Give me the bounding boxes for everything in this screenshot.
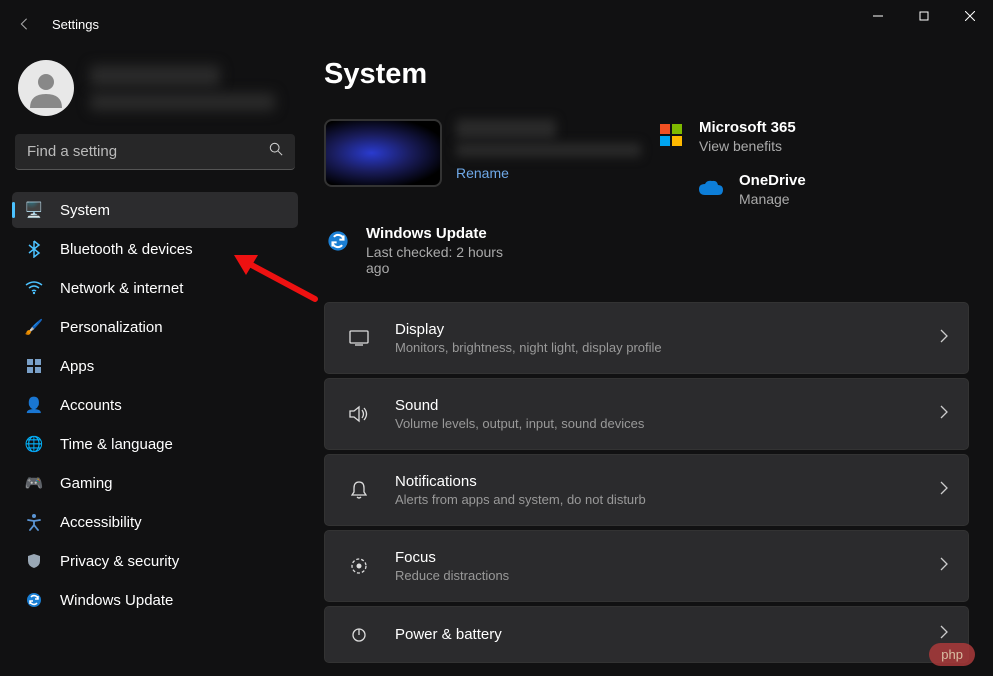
titlebar: Settings (0, 0, 993, 48)
chevron-right-icon (940, 557, 948, 576)
settings-list: Display Monitors, brightness, night ligh… (324, 302, 969, 663)
setting-sub: Alerts from apps and system, do not dist… (395, 492, 940, 507)
main-content: System Rename Microsoft 365 View benefit… (310, 48, 993, 676)
chevron-right-icon (940, 405, 948, 424)
profile-name-redacted (90, 65, 275, 111)
search-input[interactable] (27, 143, 269, 160)
page-title: System (324, 58, 969, 91)
minimize-button[interactable] (855, 0, 901, 32)
shield-icon (24, 551, 44, 571)
chevron-right-icon (940, 625, 948, 644)
close-button[interactable] (947, 0, 993, 32)
sidebar-item-label: Privacy & security (60, 553, 179, 570)
bell-icon (345, 481, 373, 499)
gamepad-icon: 🎮 (24, 473, 44, 493)
sidebar: 🖥️ System Bluetooth & devices Network & … (0, 48, 310, 676)
brush-icon: 🖌️ (24, 317, 44, 337)
sidebar-item-label: Windows Update (60, 592, 173, 609)
card-sub: Last checked: 2 hours ago (366, 244, 526, 276)
device-thumbnail (324, 119, 442, 187)
search-icon (269, 142, 283, 161)
setting-sub: Monitors, brightness, night light, displ… (395, 340, 940, 355)
sidebar-item-accessibility[interactable]: Accessibility (12, 504, 298, 540)
target-icon (345, 557, 373, 575)
avatar (18, 60, 74, 116)
card-title: Microsoft 365 (699, 119, 796, 136)
card-title: OneDrive (739, 172, 806, 189)
sync-icon (324, 227, 352, 255)
sidebar-item-label: Gaming (60, 475, 113, 492)
setting-notifications[interactable]: Notifications Alerts from apps and syste… (324, 454, 969, 526)
window-controls (855, 0, 993, 32)
speaker-icon (345, 405, 373, 423)
card-sub: View benefits (699, 138, 796, 154)
maximize-button[interactable] (901, 0, 947, 32)
sidebar-item-label: Time & language (60, 436, 173, 453)
ms365-card[interactable]: Microsoft 365 View benefits (657, 119, 969, 154)
setting-title: Focus (395, 549, 940, 566)
sidebar-item-label: Network & internet (60, 280, 183, 297)
setting-sound[interactable]: Sound Volume levels, output, input, soun… (324, 378, 969, 450)
accessibility-icon (24, 512, 44, 532)
card-sub: Manage (739, 191, 806, 207)
sidebar-item-system[interactable]: 🖥️ System (12, 192, 298, 228)
chevron-right-icon (940, 481, 948, 500)
sidebar-item-accounts[interactable]: 👤 Accounts (12, 387, 298, 423)
chevron-right-icon (940, 329, 948, 348)
info-cards: Rename Microsoft 365 View benefits OneDr… (324, 119, 969, 276)
display-icon (345, 330, 373, 346)
sidebar-item-apps[interactable]: Apps (12, 348, 298, 384)
setting-focus[interactable]: Focus Reduce distractions (324, 530, 969, 602)
setting-sub: Reduce distractions (395, 568, 940, 583)
sidebar-item-label: Apps (60, 358, 94, 375)
apps-icon (24, 356, 44, 376)
setting-title: Sound (395, 397, 940, 414)
setting-sub: Volume levels, output, input, sound devi… (395, 416, 940, 431)
setting-display[interactable]: Display Monitors, brightness, night ligh… (324, 302, 969, 374)
profile-section[interactable] (18, 60, 298, 116)
setting-title: Display (395, 321, 940, 338)
sidebar-item-personalization[interactable]: 🖌️ Personalization (12, 309, 298, 345)
sidebar-item-label: Bluetooth & devices (60, 241, 193, 258)
sidebar-item-label: Accounts (60, 397, 122, 414)
sync-icon (24, 590, 44, 610)
sidebar-item-label: System (60, 202, 110, 219)
search-box[interactable] (15, 134, 295, 170)
person-icon: 👤 (24, 395, 44, 415)
update-card[interactable]: Windows Update Last checked: 2 hours ago (324, 225, 641, 276)
nav-list: 🖥️ System Bluetooth & devices Network & … (12, 192, 298, 618)
sidebar-item-time-language[interactable]: 🌐 Time & language (12, 426, 298, 462)
sidebar-item-bluetooth[interactable]: Bluetooth & devices (12, 231, 298, 267)
php-badge: php (929, 643, 975, 666)
back-button[interactable] (8, 8, 40, 40)
power-icon (345, 627, 373, 643)
window-title: Settings (52, 17, 99, 32)
clock-globe-icon: 🌐 (24, 434, 44, 454)
ms365-icon (657, 121, 685, 149)
sidebar-item-network[interactable]: Network & internet (12, 270, 298, 306)
setting-power-battery[interactable]: Power & battery (324, 606, 969, 663)
sidebar-item-label: Accessibility (60, 514, 142, 531)
onedrive-card[interactable]: OneDrive Manage (697, 172, 969, 207)
onedrive-icon (697, 174, 725, 202)
sidebar-item-gaming[interactable]: 🎮 Gaming (12, 465, 298, 501)
sidebar-item-windows-update[interactable]: Windows Update (12, 582, 298, 618)
device-model-redacted (456, 143, 641, 157)
card-title: Windows Update (366, 225, 526, 242)
rename-link[interactable]: Rename (456, 165, 641, 181)
wifi-icon (24, 278, 44, 298)
device-name-redacted (456, 119, 556, 139)
bluetooth-icon (24, 239, 44, 259)
monitor-icon: 🖥️ (24, 200, 44, 220)
device-card: Rename (324, 119, 641, 207)
sidebar-item-label: Personalization (60, 319, 163, 336)
setting-title: Notifications (395, 473, 940, 490)
sidebar-item-privacy[interactable]: Privacy & security (12, 543, 298, 579)
setting-title: Power & battery (395, 626, 940, 643)
